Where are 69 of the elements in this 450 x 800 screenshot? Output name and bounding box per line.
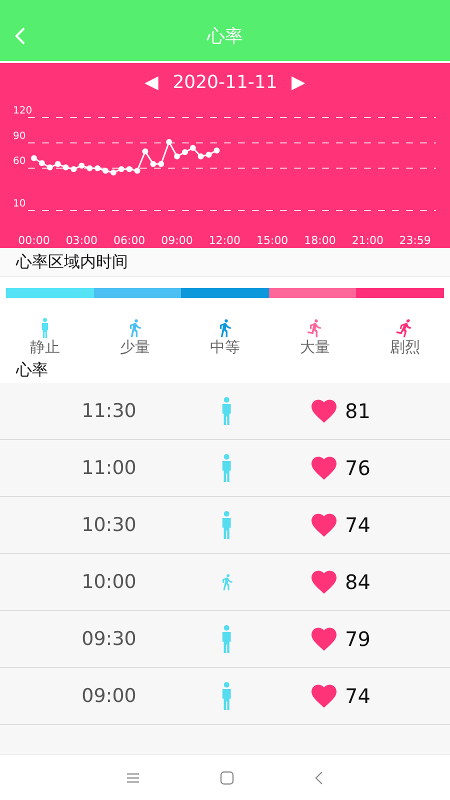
point bbox=[206, 152, 212, 158]
y-tick-label: 10 bbox=[13, 198, 26, 210]
point bbox=[158, 161, 164, 167]
x-tick-label: 21:00 bbox=[352, 234, 384, 247]
next-day-button[interactable]: ▶ bbox=[291, 71, 306, 93]
point bbox=[38, 160, 45, 166]
standing-person-icon bbox=[221, 682, 233, 710]
point bbox=[142, 148, 148, 154]
point bbox=[166, 139, 172, 146]
x-tick-label: 23:59 bbox=[399, 234, 431, 247]
page-title: 心率 bbox=[207, 24, 243, 48]
x-tick-label: 00:00 bbox=[18, 234, 50, 247]
standing-person-icon bbox=[221, 511, 233, 539]
y-tick-label: 120 bbox=[13, 106, 32, 116]
point bbox=[182, 149, 188, 156]
point bbox=[214, 147, 220, 154]
date-label: 2020-11-11 bbox=[172, 72, 278, 92]
point bbox=[54, 161, 61, 167]
point bbox=[150, 161, 156, 167]
standing-person-icon bbox=[221, 454, 233, 482]
point bbox=[110, 169, 116, 176]
time-label: 11:30 bbox=[80, 400, 138, 422]
point bbox=[86, 165, 93, 172]
heart-rate-value: 79 bbox=[345, 627, 370, 651]
x-tick-label: 15:00 bbox=[256, 234, 288, 247]
activity-level-label: 中等 bbox=[210, 338, 240, 357]
standing-person-icon bbox=[221, 625, 233, 653]
time-label: 10:30 bbox=[80, 514, 138, 536]
point bbox=[190, 144, 196, 151]
activity-level-label: 静止 bbox=[30, 338, 60, 357]
point bbox=[94, 165, 101, 172]
point bbox=[70, 166, 77, 172]
activity-level-label: 剧烈 bbox=[390, 338, 420, 357]
standing-person-icon bbox=[221, 397, 233, 425]
time-label: 09:30 bbox=[80, 628, 138, 650]
section-title: 心率区域内时间 bbox=[16, 252, 128, 272]
point bbox=[62, 164, 69, 170]
x-tick-label: 03:00 bbox=[66, 234, 98, 247]
x-tick-label: 12:00 bbox=[208, 234, 241, 247]
x-tick-label: 09:00 bbox=[161, 234, 193, 247]
time-label: 10:00 bbox=[80, 571, 138, 593]
point bbox=[126, 166, 132, 172]
y-tick-label: 60 bbox=[13, 156, 26, 168]
menu-icon[interactable] bbox=[126, 772, 140, 784]
home-icon[interactable] bbox=[220, 770, 234, 784]
point bbox=[31, 155, 38, 162]
point bbox=[198, 153, 204, 160]
back-icon[interactable] bbox=[314, 770, 324, 784]
activity-level-label: 少量 bbox=[120, 338, 150, 357]
heart-rate-value: 76 bbox=[345, 456, 370, 480]
time-label: 11:00 bbox=[80, 457, 138, 479]
heart-rate-value: 74 bbox=[345, 513, 370, 537]
point bbox=[174, 153, 180, 160]
previous-day-button[interactable]: ◀ bbox=[144, 71, 159, 93]
standing-person-icon bbox=[41, 318, 49, 338]
point bbox=[134, 168, 140, 174]
heart-rate-value: 74 bbox=[345, 684, 370, 708]
heart-rate-value: 84 bbox=[345, 570, 370, 594]
heart-rate-value: 81 bbox=[345, 399, 370, 423]
time-label: 09:00 bbox=[80, 685, 138, 707]
y-tick-label: 90 bbox=[13, 130, 26, 142]
x-tick-label: 06:00 bbox=[114, 234, 146, 247]
activity-level-label: 大量 bbox=[300, 338, 330, 357]
section-title: 心率 bbox=[14, 358, 49, 380]
point bbox=[118, 166, 124, 172]
point bbox=[102, 168, 109, 174]
point bbox=[46, 164, 53, 170]
x-tick-label: 18:00 bbox=[304, 234, 336, 247]
point bbox=[78, 162, 85, 169]
